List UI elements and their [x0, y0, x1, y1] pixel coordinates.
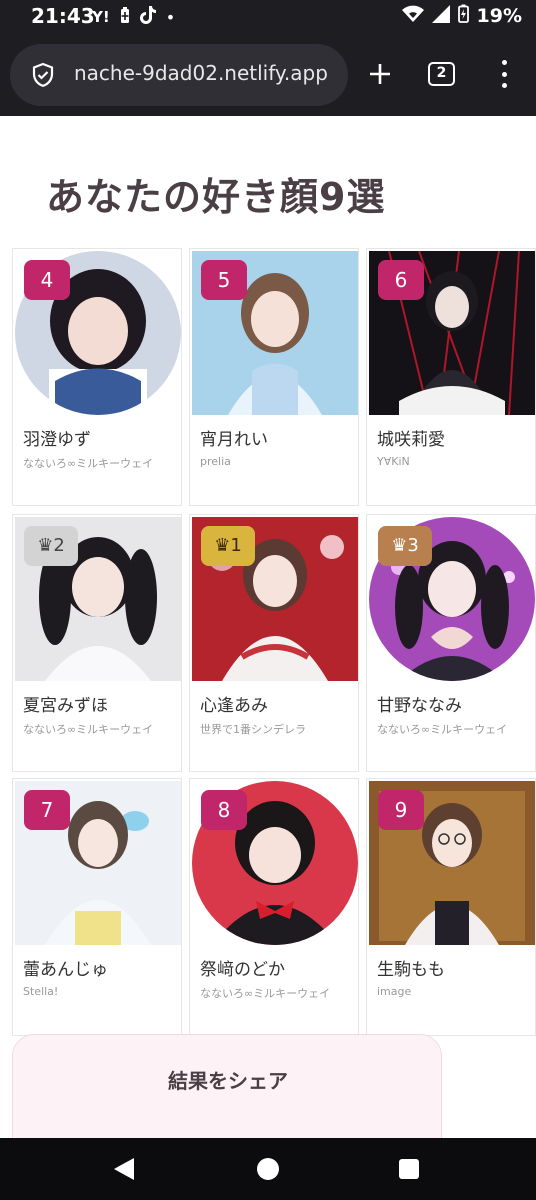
new-tab-button[interactable]: [364, 58, 396, 90]
rank-badge: 5: [201, 260, 247, 300]
idol-name: 蕾あんじゅ: [23, 960, 108, 980]
idol-group: なないろ∞ミルキーウェイ: [377, 723, 508, 736]
idol-group: image: [377, 985, 412, 998]
rank-badge: 9: [378, 790, 424, 830]
status-bar: 21:43 Y! • 19%: [0, 0, 536, 32]
system-navigation-bar: [0, 1138, 536, 1200]
idol-name: 祭﨑のどか: [200, 960, 285, 980]
battery-icon: [457, 4, 469, 28]
rank-badge: ♛2: [24, 526, 78, 566]
tiktok-icon: [139, 6, 156, 28]
ranking-card[interactable]: ♛1 心逢あみ 世界で1番シンデレラ: [189, 514, 359, 772]
rank-badge: 8: [201, 790, 247, 830]
idol-group: なないろ∞ミルキーウェイ: [23, 457, 154, 470]
page-content: あなたの好き顔9選 4 羽澄ゆず なないろ∞ミルキーウェイ 5 宵月れい pre…: [0, 116, 536, 1138]
home-icon[interactable]: [257, 1158, 279, 1180]
back-icon[interactable]: [114, 1158, 134, 1184]
browser-toolbar: nache-9dad02.netlify.app 2: [0, 32, 536, 116]
idol-group: なないろ∞ミルキーウェイ: [200, 987, 331, 1000]
idol-group: なないろ∞ミルキーウェイ: [23, 723, 154, 736]
idol-name: 夏宮みずほ: [23, 696, 108, 716]
tab-switcher-button[interactable]: 2: [428, 62, 455, 86]
system-icons: 19%: [401, 4, 522, 28]
idol-name: 生駒もも: [377, 960, 445, 980]
idol-group: 世界で1番シンデレラ: [200, 723, 306, 736]
signal-icon: [431, 4, 450, 28]
ranking-card[interactable]: 6 城咲莉愛 Y∀KiN: [366, 248, 536, 506]
dot-icon: •: [165, 7, 176, 27]
notification-icons: Y! •: [92, 6, 175, 28]
share-panel: 結果をシェア: [12, 1034, 442, 1138]
idol-name: 心逢あみ: [200, 696, 268, 716]
ranking-card[interactable]: ♛3 甘野ななみ なないろ∞ミルキーウェイ: [366, 514, 536, 772]
ranking-card[interactable]: ♛2 夏宮みずほ なないろ∞ミルキーウェイ: [12, 514, 182, 772]
site-security-icon[interactable]: [30, 62, 56, 88]
address-bar[interactable]: nache-9dad02.netlify.app: [10, 44, 348, 106]
rank-badge: ♛3: [378, 526, 432, 566]
plus-icon: [370, 64, 390, 84]
wifi-icon: [401, 5, 424, 28]
page-title: あなたの好き顔9選: [46, 175, 386, 219]
ranking-card[interactable]: 8 祭﨑のどか なないろ∞ミルキーウェイ: [189, 778, 359, 1036]
more-options-icon[interactable]: [494, 58, 514, 90]
idol-group: Y∀KiN: [377, 455, 410, 468]
url-text[interactable]: nache-9dad02.netlify.app: [74, 61, 344, 85]
yahoo-icon: Y!: [92, 8, 110, 26]
idol-name: 城咲莉愛: [377, 430, 445, 450]
ranking-card[interactable]: 4 羽澄ゆず なないろ∞ミルキーウェイ: [12, 248, 182, 506]
rank-badge: ♛1: [201, 526, 255, 566]
recent-apps-icon[interactable]: [399, 1159, 419, 1179]
idol-name: 甘野ななみ: [377, 696, 462, 716]
rank-badge: 7: [24, 790, 70, 830]
share-title: 結果をシェア: [168, 1069, 288, 1093]
battery-saver-icon: [120, 6, 130, 28]
idol-name: 羽澄ゆず: [23, 430, 91, 450]
rank-badge: 4: [24, 260, 70, 300]
status-time: 21:43: [31, 4, 95, 28]
ranking-card[interactable]: 9 生駒もも image: [366, 778, 536, 1036]
ranking-card[interactable]: 7 蕾あんじゅ Stella!: [12, 778, 182, 1036]
rank-badge: 6: [378, 260, 424, 300]
idol-group: prelia: [200, 455, 231, 468]
ranking-card[interactable]: 5 宵月れい prelia: [189, 248, 359, 506]
idol-name: 宵月れい: [200, 430, 268, 450]
battery-percent: 19%: [476, 5, 522, 27]
idol-group: Stella!: [23, 985, 59, 998]
